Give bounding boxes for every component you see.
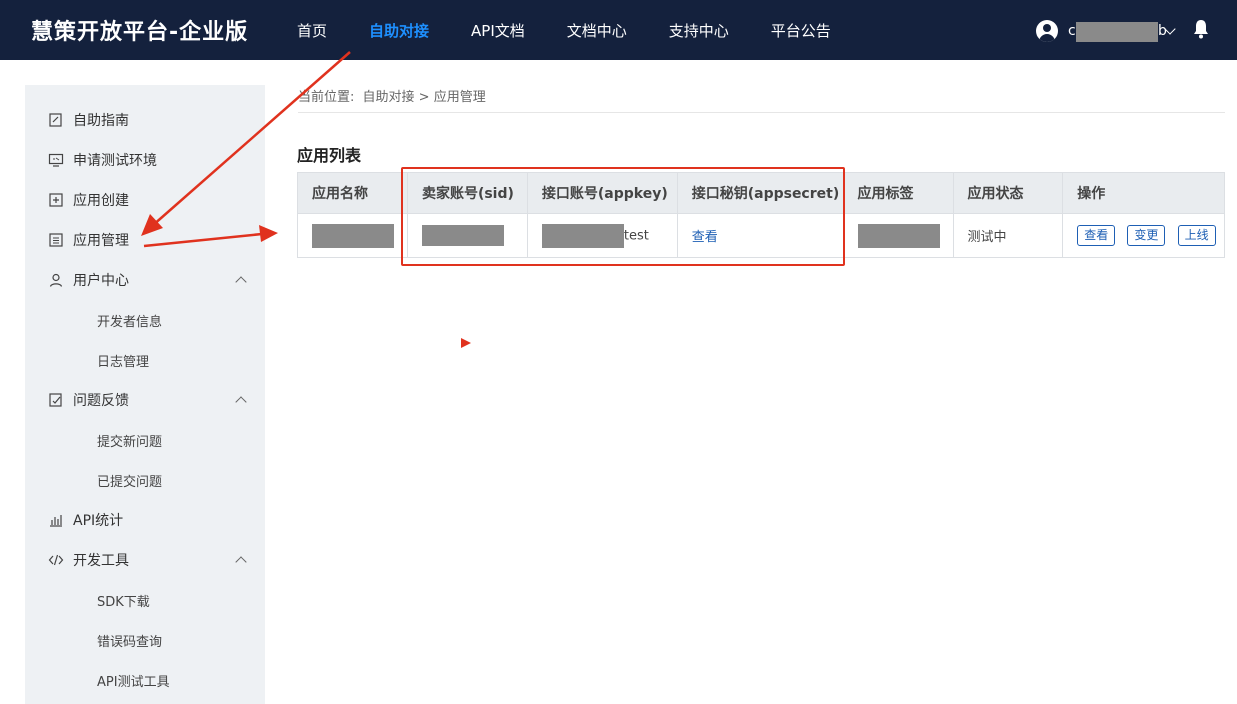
nav-self-integration[interactable]: 自助对接 [354, 0, 444, 60]
sidebar: 自助指南 申请测试环境 应用创建 应用管理 用户中心 开发者信息 日志管理 问题… [25, 85, 265, 704]
redacted-sid [421, 225, 504, 246]
breadcrumb-prefix: 当前位置: [298, 90, 355, 105]
sidebar-subitem-submitted-issues[interactable]: 已提交问题 [25, 460, 265, 500]
sidebar-item-user-center[interactable]: 用户中心 [25, 260, 265, 300]
nav-announcements[interactable]: 平台公告 [756, 0, 846, 60]
sidebar-subitem-developer-info[interactable]: 开发者信息 [25, 300, 265, 340]
redacted-app-tag [857, 223, 940, 248]
appkey-suffix: test [623, 228, 649, 243]
go-live-button[interactable]: 上线 [1177, 225, 1216, 246]
sidebar-item-label: 用户中心 [73, 273, 129, 289]
add-box-icon [49, 193, 63, 207]
redacted-appkey [541, 223, 624, 248]
breadcrumb: 当前位置: 自助对接 > 应用管理 [298, 86, 490, 105]
sidebar-subitem-sdk-download[interactable]: SDK下载 [25, 580, 265, 620]
view-button[interactable]: 查看 [1077, 225, 1116, 246]
sidebar-item-label: 日志管理 [97, 354, 150, 370]
sidebar-item-label: 开发者信息 [97, 314, 163, 330]
sidebar-item-label: API测试工具 [97, 674, 170, 690]
cell-appkey: test [526, 213, 678, 258]
sidebar-subitem-log-manage[interactable]: 日志管理 [25, 340, 265, 380]
username-redaction [1076, 22, 1158, 42]
app-table: 应用名称 卖家账号(sid) 接口账号(appkey) 接口秘钥(appsecr… [297, 172, 1225, 258]
view-secret-link[interactable]: 查看 [692, 230, 718, 245]
sidebar-item-label: 提交新问题 [97, 434, 163, 450]
cell-actions: 查看 变更 上线 [1062, 213, 1225, 258]
nav-home[interactable]: 首页 [282, 0, 342, 60]
sidebar-item-label: API统计 [73, 513, 124, 529]
table-header-row: 应用名称 卖家账号(sid) 接口账号(appkey) 接口秘钥(appsecr… [297, 172, 1225, 214]
change-button[interactable]: 变更 [1127, 225, 1166, 246]
breadcrumb-path[interactable]: 自助对接 > 应用管理 [363, 90, 486, 105]
sidebar-item-label: 自助指南 [73, 113, 129, 129]
cell-appsecret: 查看 [676, 213, 844, 258]
sidebar-item-feedback[interactable]: 问题反馈 [25, 380, 265, 420]
divider [298, 112, 1225, 113]
col-sid: 卖家账号(sid) [406, 172, 528, 214]
sidebar-subitem-error-code[interactable]: 错误码查询 [25, 620, 265, 660]
col-app-name: 应用名称 [297, 172, 408, 214]
annotation-marker [461, 338, 471, 348]
sidebar-item-label: 开发工具 [73, 553, 129, 569]
sidebar-item-label: 已提交问题 [97, 474, 163, 490]
redacted-app-name [312, 223, 394, 248]
avatar-icon[interactable] [1036, 20, 1058, 42]
col-actions: 操作 [1062, 172, 1225, 214]
bar-chart-icon [50, 515, 62, 527]
col-app-tag: 应用标签 [842, 172, 954, 214]
list-box-icon [49, 233, 63, 247]
sidebar-item-app-create[interactable]: 应用创建 [25, 180, 265, 220]
sidebar-item-label: 应用管理 [73, 233, 129, 249]
chevron-up-icon[interactable] [236, 275, 246, 285]
feedback-icon [49, 393, 62, 407]
sidebar-item-label: 错误码查询 [97, 634, 163, 650]
brand-title[interactable]: 慧策开放平台-企业版 [31, 14, 248, 46]
code-icon [48, 554, 64, 566]
cell-sid [406, 213, 528, 258]
table-row: test 查看 测试中 查看 变更 上线 [297, 213, 1225, 258]
username[interactable]: c b [1068, 21, 1167, 42]
sidebar-subitem-submit-issue[interactable]: 提交新问题 [25, 420, 265, 460]
bell-icon[interactable] [1193, 19, 1209, 39]
sidebar-subitem-api-test-tool[interactable]: API测试工具 [25, 660, 265, 700]
user-menu[interactable]: c b [1036, 19, 1178, 43]
chevron-up-icon[interactable] [236, 395, 246, 405]
cell-app-name [297, 213, 408, 258]
guide-icon [49, 113, 62, 127]
top-navbar: 慧策开放平台-企业版 首页 自助对接 API文档 文档中心 支持中心 平台公告 … [0, 0, 1237, 60]
sidebar-item-label: SDK下载 [97, 594, 150, 610]
sidebar-item-api-stats[interactable]: API统计 [25, 500, 265, 540]
main-nav: 首页 自助对接 API文档 文档中心 支持中心 平台公告 [282, 0, 858, 60]
nav-api-docs[interactable]: API文档 [456, 0, 540, 60]
page-title: 应用列表 [297, 146, 362, 165]
sidebar-item-app-manage[interactable]: 应用管理 [25, 220, 265, 260]
col-appkey: 接口账号(appkey) [526, 172, 678, 214]
monitor-icon [48, 153, 64, 167]
user-icon [49, 273, 63, 287]
sidebar-item-dev-tools[interactable]: 开发工具 [25, 540, 265, 580]
sidebar-item-guide[interactable]: 自助指南 [25, 100, 265, 140]
cell-app-tag [842, 213, 954, 258]
col-appsecret: 接口秘钥(appsecret) [676, 172, 844, 214]
sidebar-item-label: 申请测试环境 [73, 153, 157, 169]
sidebar-item-label: 应用创建 [73, 193, 129, 209]
username-initial: c [1068, 23, 1076, 39]
col-app-status: 应用状态 [952, 172, 1064, 214]
nav-doc-center[interactable]: 文档中心 [552, 0, 642, 60]
sidebar-item-label: 问题反馈 [73, 393, 129, 409]
cell-app-status: 测试中 [952, 213, 1064, 258]
sidebar-item-test-env[interactable]: 申请测试环境 [25, 140, 265, 180]
chevron-up-icon[interactable] [236, 555, 246, 565]
nav-support-center[interactable]: 支持中心 [654, 0, 744, 60]
chevron-down-icon[interactable] [1164, 24, 1178, 38]
